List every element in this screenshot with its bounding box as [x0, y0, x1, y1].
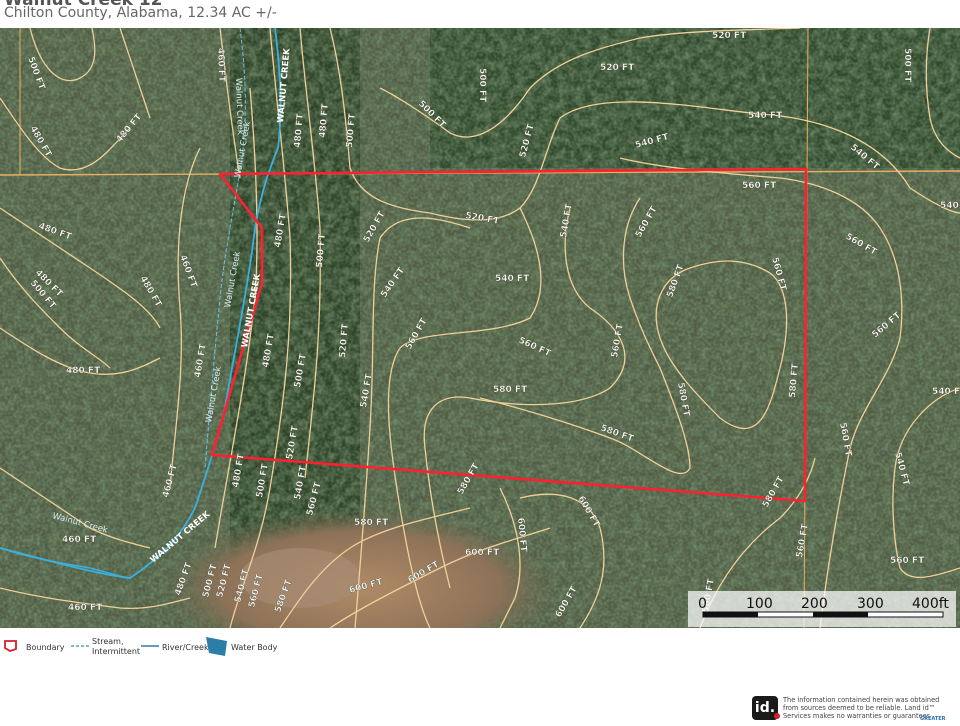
contour-label: 540 FT	[932, 387, 960, 397]
contour-label: 580 FT	[493, 385, 528, 395]
contour-label: 580 FT	[354, 518, 389, 528]
contour-label: 520 FT	[600, 63, 635, 73]
contour-label: 500 FT	[477, 68, 487, 103]
footer: id. The information contained herein was…	[0, 690, 960, 722]
contour-label: 560 FT	[890, 556, 925, 566]
contour-label: 460 FT	[68, 603, 103, 613]
stream-intermittent-icon	[71, 645, 89, 647]
scale-tick-label: 400ft	[912, 596, 949, 612]
legend-item-water-body: Water Body	[205, 634, 277, 658]
scale-bar: 0 100 200 300 400ft	[688, 591, 956, 627]
boundary-icon	[4, 640, 17, 652]
water-body-icon	[206, 637, 227, 656]
contour-label: 460 FT	[62, 535, 97, 545]
contour-label: 540 FT	[495, 274, 530, 284]
legend-item-stream-intermittent: Stream, Intermittent	[70, 634, 140, 658]
contour-label: 540 FT	[748, 111, 783, 121]
contour-label: 500 FT	[902, 48, 912, 83]
scale-tick-label: 300	[857, 596, 884, 612]
contour-label: 560 FT	[742, 181, 777, 191]
land-id-logo: id.	[752, 696, 780, 720]
contour-label: 480 FT	[66, 366, 101, 376]
contour-label: 520 FT	[712, 31, 747, 41]
contour-label: 460 FT	[215, 48, 226, 83]
brand-logo: GREATER	[920, 716, 946, 722]
logo-dot-icon	[774, 713, 780, 719]
legend-item-boundary: Boundary	[4, 634, 65, 658]
scale-tick-label: 200	[801, 596, 828, 612]
map-canvas: 500 FT 480 FT 480 FT 460 FT 520 FT 520 F…	[0, 28, 960, 628]
contour-label: 540 FT	[940, 201, 960, 211]
river-creek-icon	[141, 645, 159, 647]
legend-item-river-creek: River/Creek	[140, 634, 209, 658]
scale-tick-label: 100	[746, 596, 773, 612]
header: Walnut Creek 12 Chilton County, Alabama,…	[0, 0, 960, 28]
scale-tick-label: 0	[698, 596, 707, 612]
map-view[interactable]: 500 FT 480 FT 480 FT 460 FT 520 FT 520 F…	[0, 28, 960, 628]
page-subtitle: Chilton County, Alabama, 12.34 AC +/-	[4, 5, 277, 21]
map-legend: Boundary Stream, Intermittent River/Cree…	[0, 630, 960, 660]
contour-label: 600 FT	[465, 548, 500, 558]
